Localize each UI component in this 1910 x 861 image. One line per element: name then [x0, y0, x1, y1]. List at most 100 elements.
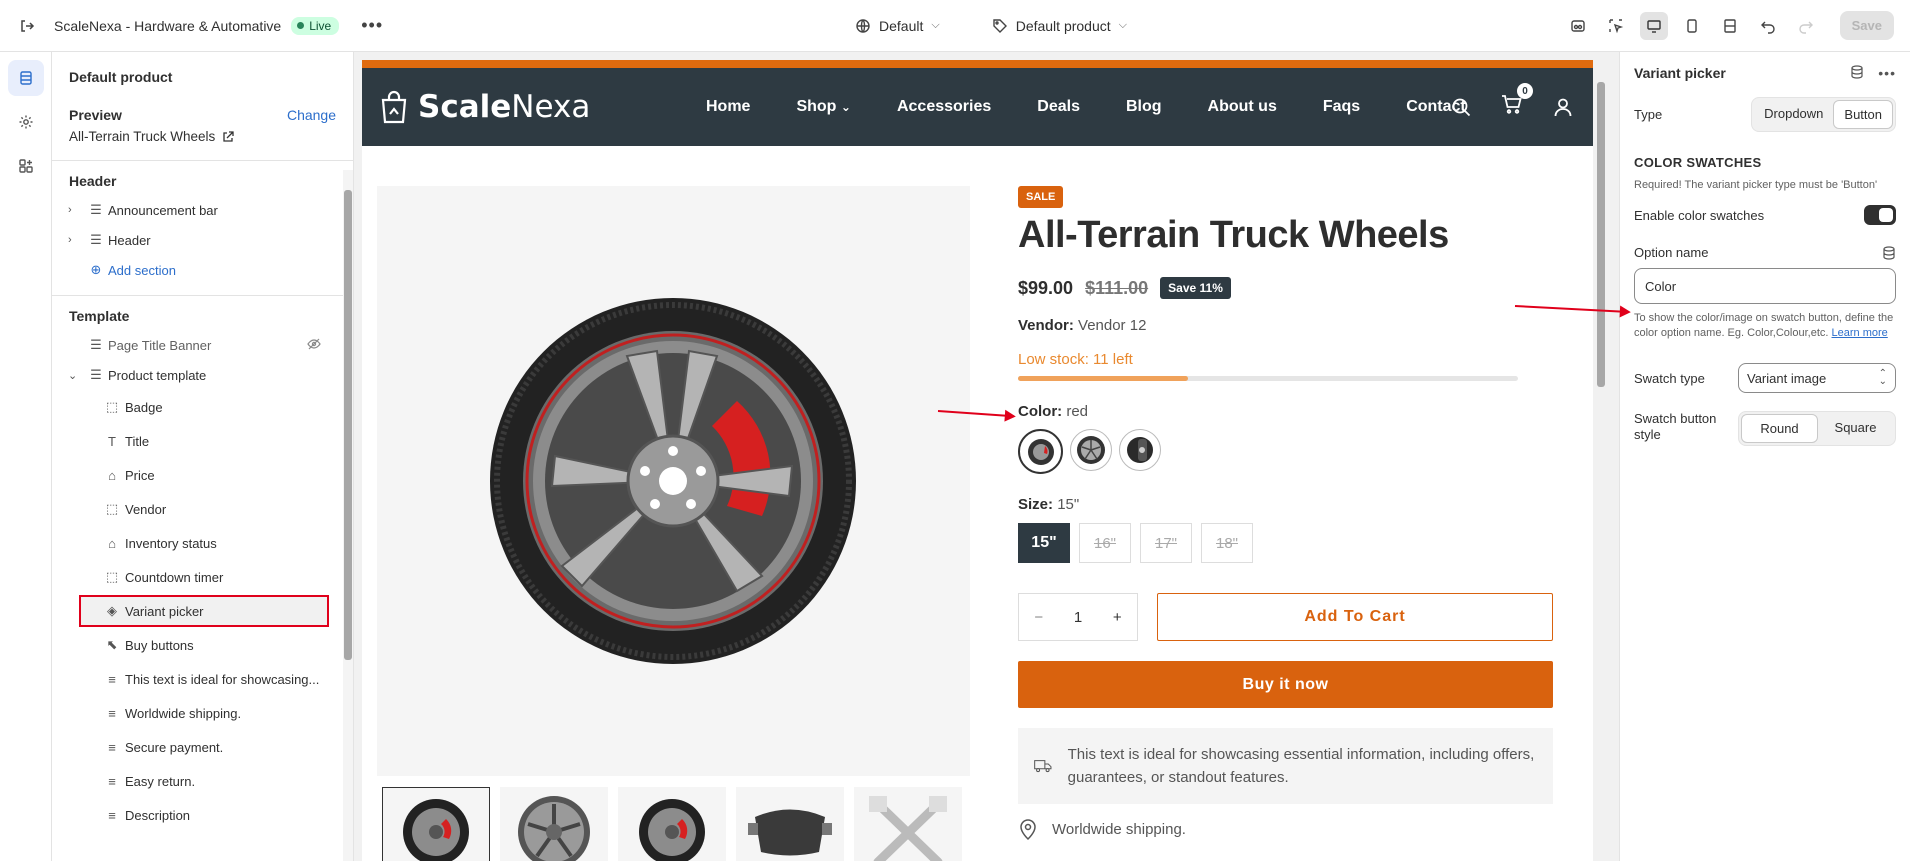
tree-item-page-title-banner[interactable]: ☰ Page Title Banner [52, 330, 353, 360]
block-item[interactable]: ◈ Variant picker [52, 594, 353, 628]
swatch-silver[interactable] [1070, 429, 1112, 471]
block-label: Easy return. [125, 773, 196, 789]
chevron-right-icon[interactable]: › [68, 234, 72, 246]
sale-badge: SALE [1018, 186, 1064, 208]
thumbnail[interactable] [500, 787, 608, 861]
preview-scrollbar-thumb[interactable] [1597, 82, 1605, 387]
type-option-dropdown[interactable]: Dropdown [1754, 100, 1833, 129]
account-icon[interactable] [1553, 97, 1573, 117]
block-item[interactable]: ≡ Secure payment. [52, 730, 353, 764]
price-row: $99.00 $111.00 Save 11% [1018, 277, 1553, 299]
nav-about[interactable]: About us [1208, 98, 1277, 116]
size-option[interactable]: 15" [1018, 523, 1070, 563]
thumbnail[interactable] [854, 787, 962, 861]
save-button[interactable]: Save [1839, 11, 1894, 40]
more-icon[interactable]: ••• [361, 15, 383, 36]
nav-blog[interactable]: Blog [1126, 98, 1162, 116]
chevron-right-icon[interactable]: › [68, 204, 72, 216]
add-section-button[interactable]: ⊕ Add section [52, 255, 353, 285]
block-item[interactable]: ⬚ Badge [52, 390, 353, 424]
thumbnail[interactable] [736, 787, 844, 861]
chevron-down-icon[interactable]: ⌄ [68, 369, 77, 382]
minus-icon[interactable]: − [1034, 609, 1043, 626]
full-width-icon[interactable] [1716, 12, 1744, 40]
nav-shop[interactable]: Shop ⌄ [796, 98, 851, 116]
thumbnail[interactable] [382, 787, 490, 861]
sections-icon[interactable] [7, 60, 44, 96]
store-header: ScaleNexa Home Shop ⌄ Accessories Deals … [362, 68, 1593, 146]
block-item[interactable]: T Title [52, 424, 353, 458]
database-icon[interactable] [1882, 245, 1896, 260]
learn-more-link[interactable]: Learn more [1832, 327, 1888, 339]
block-item[interactable]: ⬚ Vendor [52, 492, 353, 526]
swatch-style-square[interactable]: Square [1818, 414, 1893, 443]
quantity-stepper: − 1 + [1018, 593, 1138, 641]
tree-item-announcement-bar[interactable]: › ☰ Announcement bar [52, 195, 353, 225]
product-image[interactable] [377, 186, 970, 776]
swatch-red[interactable] [1018, 429, 1063, 474]
theme-selector[interactable]: Default ⌵ [855, 18, 940, 34]
section-icon: ☰ [90, 202, 102, 217]
settings-gear-icon[interactable] [8, 104, 44, 140]
cart-button[interactable]: 0 [1501, 83, 1533, 120]
block-item[interactable]: ≡ Description [52, 798, 353, 832]
block-item[interactable]: ≡ This text is ideal for showcasing... [52, 662, 353, 696]
swatches-heading: COLOR SWATCHES [1634, 155, 1762, 170]
add-to-cart-button[interactable]: Add To Cart [1157, 593, 1553, 641]
inspector-icon[interactable] [1564, 12, 1592, 40]
swatch-style-round[interactable]: Round [1741, 414, 1818, 443]
tree-item-header[interactable]: › ☰ Header [52, 225, 353, 255]
enable-swatches-row: Enable color swatches [1620, 205, 1910, 225]
enable-swatches-toggle[interactable] [1864, 205, 1896, 225]
undo-icon[interactable] [1754, 12, 1782, 40]
nav-faqs[interactable]: Faqs [1323, 98, 1360, 116]
desktop-view-icon[interactable] [1639, 11, 1668, 40]
nav-accessories[interactable]: Accessories [897, 98, 991, 116]
preview-label: Preview [69, 107, 122, 123]
main-nav: Home Shop ⌄ Accessories Deals Blog About… [706, 98, 1466, 116]
mobile-view-icon[interactable] [1678, 12, 1706, 40]
template-selector[interactable]: Default product ⌵ [992, 18, 1127, 34]
apps-icon[interactable] [8, 148, 44, 184]
size-option[interactable]: 18" [1201, 523, 1253, 563]
swatch-black[interactable] [1119, 429, 1161, 471]
dashed-square-icon: ⬚ [105, 399, 119, 414]
type-option-button[interactable]: Button [1833, 100, 1893, 129]
tree-item-product-template[interactable]: ⌄ ☰ Product template [52, 360, 353, 390]
block-item[interactable]: ⬚ Countdown timer [52, 560, 353, 594]
redo-icon[interactable] [1792, 12, 1820, 40]
block-item[interactable]: ≡ Easy return. [52, 764, 353, 798]
section-icon: ☰ [90, 337, 102, 352]
change-link[interactable]: Change [287, 107, 336, 123]
block-item[interactable]: ⬉ Buy buttons [52, 628, 353, 662]
block-item[interactable]: ⌂ Price [52, 458, 353, 492]
option-name-input[interactable]: Color [1634, 268, 1896, 304]
shipping-text: Worldwide shipping. [1052, 820, 1186, 838]
preview-section: Preview Change All-Terrain Truck Wheels [52, 85, 353, 144]
quantity-input[interactable]: 1 [1074, 609, 1082, 626]
size-option[interactable]: 17" [1140, 523, 1192, 563]
swatch-type-select[interactable]: Variant image ⌃ ⌄ [1738, 363, 1896, 393]
nav-home[interactable]: Home [706, 98, 750, 116]
external-link-icon[interactable] [222, 130, 234, 143]
thumbnail[interactable] [618, 787, 726, 861]
exit-icon[interactable] [0, 18, 54, 34]
scrollbar-thumb[interactable] [344, 190, 352, 660]
search-icon[interactable] [1451, 97, 1471, 117]
nav-deals[interactable]: Deals [1037, 98, 1080, 116]
theme-selector-label: Default [879, 17, 924, 34]
size-option[interactable]: 16" [1079, 523, 1131, 563]
buy-now-button[interactable]: Buy it now [1018, 661, 1553, 708]
block-label: Description [125, 807, 191, 823]
store-logo[interactable]: ScaleNexa [380, 89, 590, 125]
block-item[interactable]: ≡ Worldwide shipping. [52, 696, 353, 730]
block-label: Inventory status [125, 535, 217, 551]
nav-shop-label: Shop [796, 98, 837, 115]
more-icon[interactable]: ••• [1878, 65, 1896, 81]
preview-scrollbar[interactable] [1593, 52, 1611, 861]
eye-hidden-icon[interactable] [307, 337, 321, 354]
plus-icon[interactable]: + [1113, 609, 1122, 626]
select-cursor-icon[interactable] [1602, 12, 1630, 40]
database-icon[interactable] [1850, 65, 1864, 79]
block-item[interactable]: ⌂ Inventory status [52, 526, 353, 560]
